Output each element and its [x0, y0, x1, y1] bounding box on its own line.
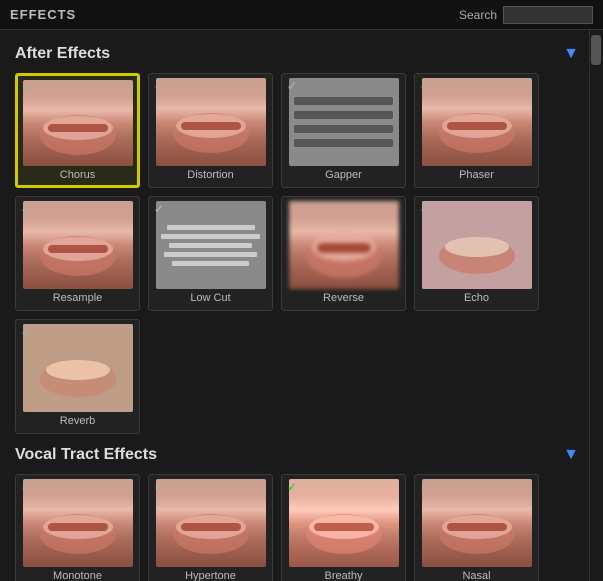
chorus-thumbnail: [23, 80, 133, 166]
effect-breathy[interactable]: ✓ Breathy: [281, 474, 406, 581]
app-title: EFFECTS: [10, 7, 76, 22]
scrollbar-thumb[interactable]: [591, 35, 601, 65]
effect-hypertone[interactable]: ✓ Hypertone: [148, 474, 273, 581]
gapper-label: Gapper: [325, 169, 362, 181]
reverb-label: Reverb: [60, 415, 95, 427]
vocal-tract-effects-grid: ✓ Monotone ✓: [15, 474, 579, 581]
reverb-check: ✓: [21, 325, 31, 339]
hypertone-label: Hypertone: [185, 570, 236, 581]
lowcut-thumbnail: [156, 201, 266, 289]
after-effects-grid: ✓ Chorus ✓: [15, 73, 579, 434]
effect-echo[interactable]: ✓ Echo: [414, 196, 539, 311]
hypertone-thumbnail: [156, 479, 266, 567]
reverse-label: Reverse: [323, 292, 364, 304]
nasal-label: Nasal: [462, 570, 490, 581]
nasal-thumbnail: [422, 479, 532, 567]
distortion-check: ✓: [154, 79, 164, 93]
scroll-area[interactable]: After Effects ▼ ✓ Chorus: [0, 30, 589, 581]
after-effects-title: After Effects: [15, 45, 110, 63]
breathy-thumbnail: [289, 479, 399, 567]
search-input[interactable]: [503, 6, 593, 24]
monotone-thumbnail: [23, 479, 133, 567]
effect-lowcut[interactable]: ✓ Low Cut: [148, 196, 273, 311]
phaser-check: ✓: [420, 79, 430, 93]
effect-monotone[interactable]: ✓ Monotone: [15, 474, 140, 581]
hypertone-check: ✓: [154, 480, 164, 494]
chorus-check: ✓: [23, 81, 33, 95]
monotone-label: Monotone: [53, 570, 102, 581]
effect-gapper[interactable]: ✓ Gapper: [281, 73, 406, 188]
reverb-thumbnail: [23, 324, 133, 412]
effect-reverb[interactable]: ✓ Reverb: [15, 319, 140, 434]
effect-reverse[interactable]: Reverse: [281, 196, 406, 311]
echo-label: Echo: [464, 292, 489, 304]
scrollbar-track[interactable]: [589, 30, 603, 581]
distortion-label: Distortion: [187, 169, 233, 181]
chorus-label: Chorus: [60, 169, 95, 181]
after-effects-chevron[interactable]: ▼: [563, 45, 579, 63]
echo-thumbnail: [422, 201, 532, 289]
resample-check: ✓: [21, 202, 31, 216]
phaser-thumbnail: [422, 78, 532, 166]
breathy-label: Breathy: [325, 570, 363, 581]
vocal-tract-effects-chevron[interactable]: ▼: [563, 446, 579, 464]
distortion-thumbnail: [156, 78, 266, 166]
app-container: EFFECTS Search After Effects ▼ ✓: [0, 0, 603, 581]
after-effects-header: After Effects ▼: [15, 45, 579, 63]
monotone-check: ✓: [21, 480, 31, 494]
effect-resample[interactable]: ✓ Resample: [15, 196, 140, 311]
reverse-thumbnail: [289, 201, 399, 289]
breathy-check: ✓: [287, 480, 297, 494]
main-content: After Effects ▼ ✓ Chorus: [0, 30, 603, 581]
resample-thumbnail: [23, 201, 133, 289]
gapper-check: ✓: [287, 79, 297, 93]
lowcut-label: Low Cut: [190, 292, 230, 304]
echo-check: ✓: [420, 202, 430, 216]
effect-phaser[interactable]: ✓ Phaser: [414, 73, 539, 188]
nasal-check: ✓: [420, 480, 430, 494]
effect-nasal[interactable]: ✓ Nasal: [414, 474, 539, 581]
vocal-tract-effects-header: Vocal Tract Effects ▼: [15, 446, 579, 464]
effect-distortion[interactable]: ✓ Distortion: [148, 73, 273, 188]
header-right: Search: [459, 6, 593, 24]
effect-chorus[interactable]: ✓ Chorus: [15, 73, 140, 188]
lowcut-check: ✓: [154, 202, 164, 216]
gapper-thumbnail: [289, 78, 399, 166]
phaser-label: Phaser: [459, 169, 494, 181]
header: EFFECTS Search: [0, 0, 603, 30]
search-label: Search: [459, 8, 497, 22]
vocal-tract-effects-title: Vocal Tract Effects: [15, 446, 157, 464]
resample-label: Resample: [53, 292, 103, 304]
